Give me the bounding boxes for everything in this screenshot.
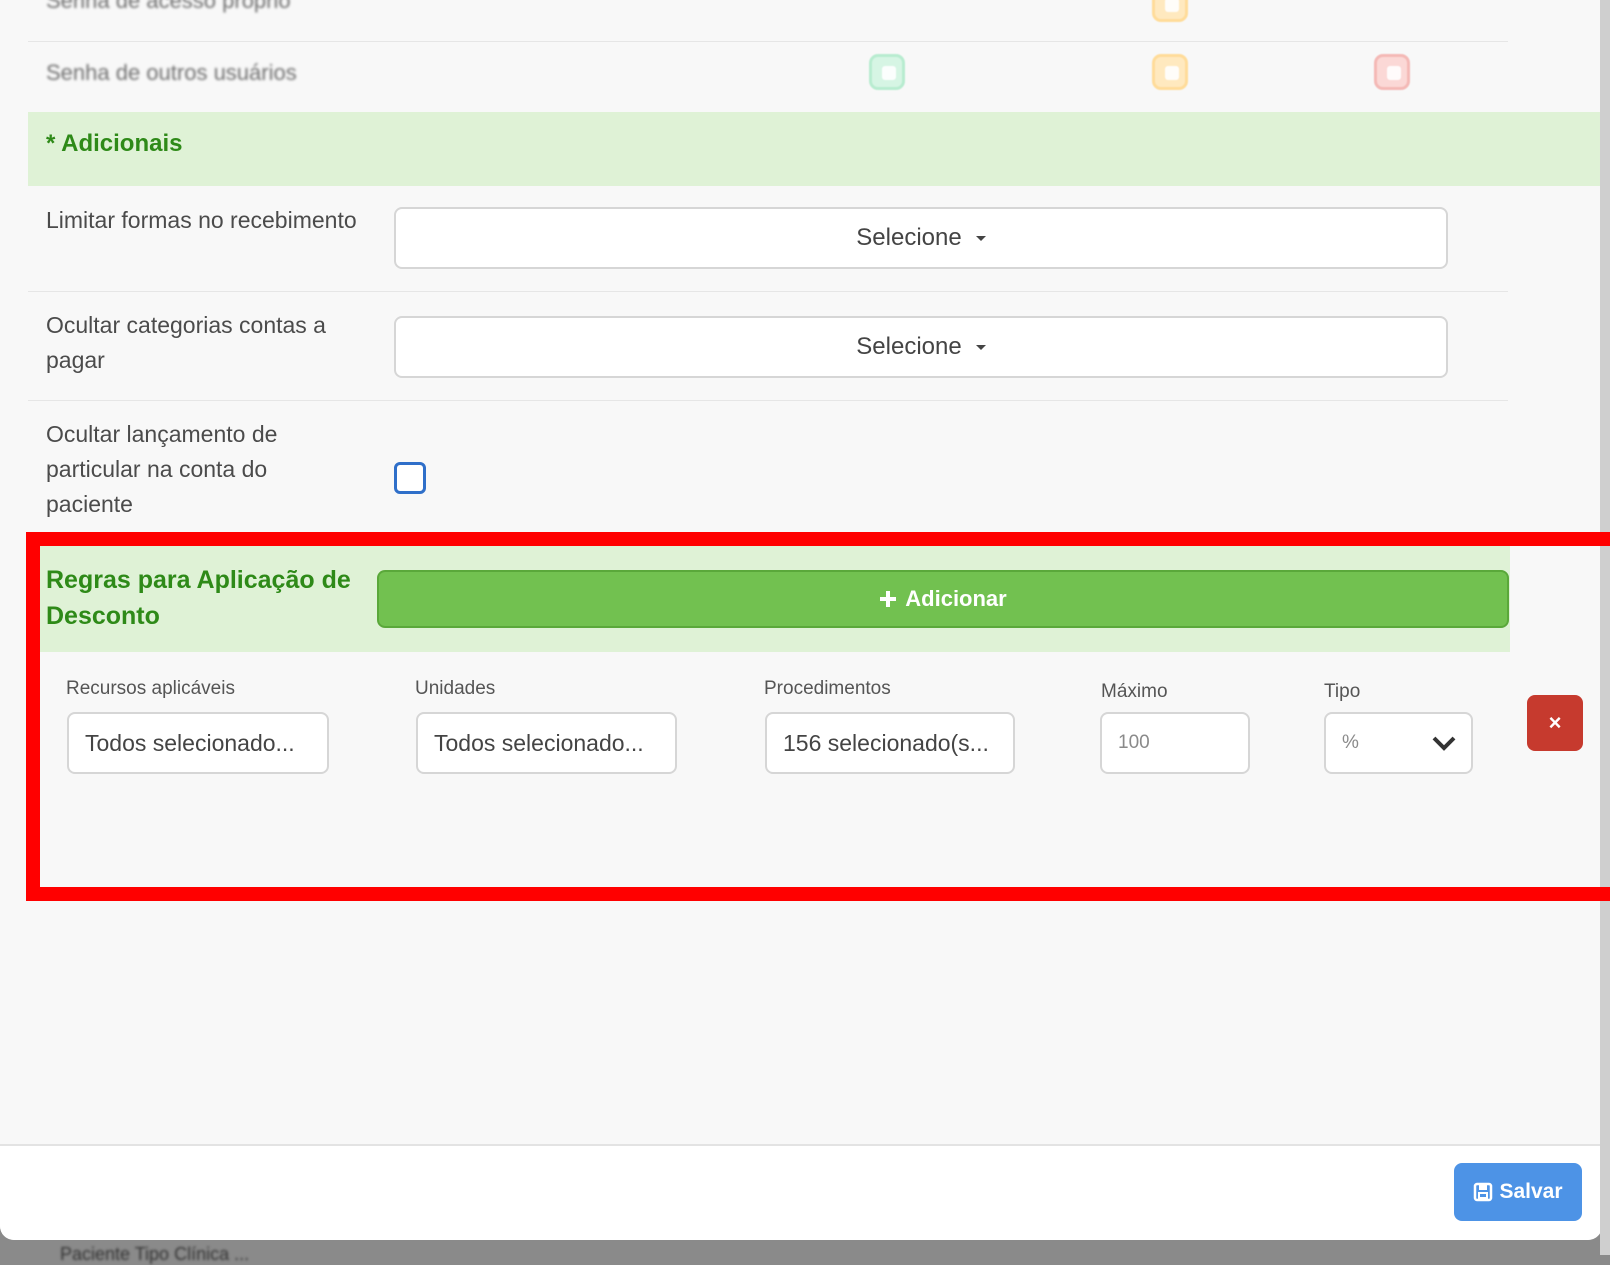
add-rule-button[interactable]: Adicionar: [377, 570, 1509, 628]
plus-icon: [880, 591, 897, 607]
maximum-input[interactable]: 100: [1100, 712, 1250, 774]
permission-row-label: Senha de acesso próprio: [46, 0, 291, 13]
close-icon: ×: [1548, 710, 1562, 735]
save-label: Salvar: [1499, 1180, 1563, 1203]
discount-rules-title: Regras para Aplicação de Desconto: [46, 566, 351, 630]
hide-private-entry-label: Ocultar lançamento de particular na cont…: [46, 421, 278, 517]
units-multiselect[interactable]: Todos selecionado...: [416, 712, 677, 774]
hide-payable-categories-label: Ocultar categorias contas a pagar: [46, 312, 326, 373]
caret-down-icon: [975, 344, 986, 350]
resources-value: Todos selecionado...: [85, 729, 295, 756]
limit-payment-methods-label: Limitar formas no recebimento: [46, 207, 357, 233]
hide-private-entry-checkbox[interactable]: [394, 462, 426, 494]
type-select[interactable]: %: [1324, 712, 1473, 774]
permission-checkbox[interactable]: [1374, 54, 1410, 90]
floppy-disk-icon: [1474, 1182, 1493, 1202]
units-label: Unidades: [415, 678, 496, 699]
permission-checkbox[interactable]: [869, 54, 905, 90]
hide-payable-categories-select[interactable]: Selecione: [394, 316, 1448, 378]
section-title: * Adicionais: [46, 130, 183, 157]
divider: [28, 291, 1508, 292]
modal-footer: [0, 1146, 1602, 1240]
type-value: %: [1342, 732, 1359, 753]
permission-checkbox[interactable]: [1152, 54, 1188, 90]
divider: [28, 41, 1508, 42]
remove-rule-button[interactable]: ×: [1527, 695, 1583, 751]
modal: Senha de acesso próprio Senha de outros …: [0, 0, 1602, 1240]
type-label: Tipo: [1324, 681, 1361, 702]
limit-payment-methods-select[interactable]: Selecione: [394, 207, 1448, 269]
procedures-value: 156 selecionado(s...: [783, 729, 989, 756]
divider: [28, 400, 1508, 401]
caret-down-icon: [975, 235, 986, 241]
select-value: Selecione: [856, 333, 962, 360]
scrollbar-track: [1600, 0, 1610, 1255]
procedures-label: Procedimentos: [764, 678, 891, 699]
permission-checkbox[interactable]: [1152, 0, 1188, 22]
save-button[interactable]: Salvar: [1454, 1163, 1582, 1221]
permission-row-label: Senha de outros usuários: [46, 60, 297, 85]
procedures-multiselect[interactable]: 156 selecionado(s...: [765, 712, 1015, 774]
units-value: Todos selecionado...: [434, 729, 644, 756]
maximum-label: Máximo: [1101, 681, 1168, 702]
resources-multiselect[interactable]: Todos selecionado...: [67, 712, 329, 774]
add-rule-label: Adicionar: [905, 586, 1007, 611]
resources-label: Recursos aplicáveis: [66, 678, 235, 699]
maximum-placeholder: 100: [1118, 732, 1150, 753]
select-value: Selecione: [856, 224, 962, 251]
section-header: [28, 112, 1602, 186]
chevron-down-icon: [1432, 736, 1456, 751]
